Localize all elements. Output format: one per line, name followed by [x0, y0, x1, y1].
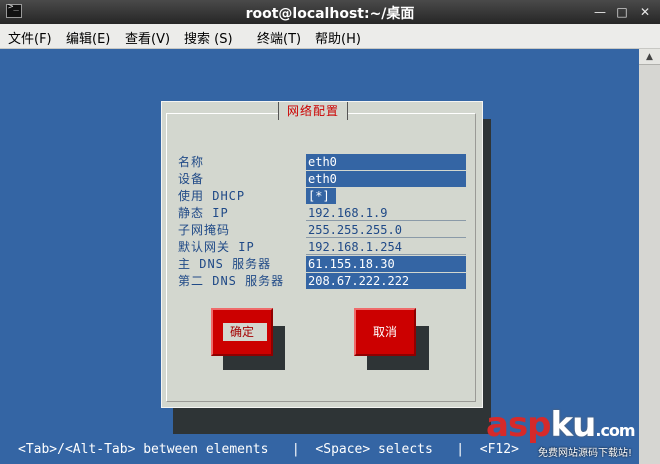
static-ip-label: 静态 IP — [178, 206, 229, 220]
network-config-dialog: 网络配置 名称 eth0 设备 eth0 使用 DHCP [*] 静态 IP 1… — [161, 101, 483, 408]
primary-dns-input[interactable]: 61.155.18.30 — [306, 256, 466, 272]
menu-view[interactable]: 查看(V) — [125, 28, 170, 47]
dialog-title: 网络配置 — [278, 102, 349, 120]
ok-button[interactable]: 确定 — [211, 308, 273, 356]
watermark-subtitle: 免费网站源码下载站! — [538, 448, 633, 459]
static-ip-input[interactable]: 192.168.1.9 — [306, 205, 466, 221]
secondary-dns-label: 第二 DNS 服务器 — [178, 274, 285, 288]
close-icon[interactable]: ✕ — [637, 5, 653, 19]
menu-help[interactable]: 帮助(H) — [315, 28, 361, 47]
cancel-button[interactable]: 取消 — [354, 308, 416, 356]
primary-dns-label: 主 DNS 服务器 — [178, 257, 272, 271]
name-input[interactable]: eth0 — [306, 154, 466, 170]
cancel-button-label: 取消 — [372, 325, 397, 339]
netmask-label: 子网掩码 — [178, 223, 231, 237]
scroll-up-arrow-icon[interactable]: ▲ — [639, 49, 660, 65]
menu-bar: 文件(F) 编辑(E) 查看(V) 搜索 (S) 终端(T) 帮助(H) — [0, 24, 660, 49]
name-label: 名称 — [178, 155, 205, 169]
dhcp-label: 使用 DHCP — [178, 189, 246, 203]
netmask-input[interactable]: 255.255.255.0 — [306, 222, 466, 238]
maximize-icon[interactable]: □ — [614, 5, 630, 19]
device-input[interactable]: eth0 — [306, 171, 466, 187]
minimize-icon[interactable]: — — [592, 5, 608, 19]
device-label: 设备 — [178, 172, 205, 186]
terminal-window: root@localhost:~/桌面 — □ ✕ 文件(F) 编辑(E) 查看… — [0, 0, 660, 464]
gateway-label: 默认网关 IP — [178, 240, 255, 254]
ok-button-label: 确定 — [229, 325, 254, 339]
menu-edit[interactable]: 编辑(E) — [66, 28, 110, 47]
secondary-dns-input[interactable]: 208.67.222.222 — [306, 273, 466, 289]
title-bar[interactable]: root@localhost:~/桌面 — □ ✕ — [0, 0, 660, 24]
menu-terminal[interactable]: 终端(T) — [257, 28, 301, 47]
window-title: root@localhost:~/桌面 — [245, 6, 415, 22]
dhcp-checkbox[interactable]: [*] — [306, 188, 336, 204]
scrollbar[interactable]: ▲ — [639, 49, 660, 464]
menu-search[interactable]: 搜索 (S) — [184, 28, 233, 47]
menu-file[interactable]: 文件(F) — [8, 28, 52, 47]
gateway-input[interactable]: 192.168.1.254 — [306, 239, 466, 255]
watermark-logo: aspku.com 免费网站源码下载站! — [486, 406, 656, 462]
